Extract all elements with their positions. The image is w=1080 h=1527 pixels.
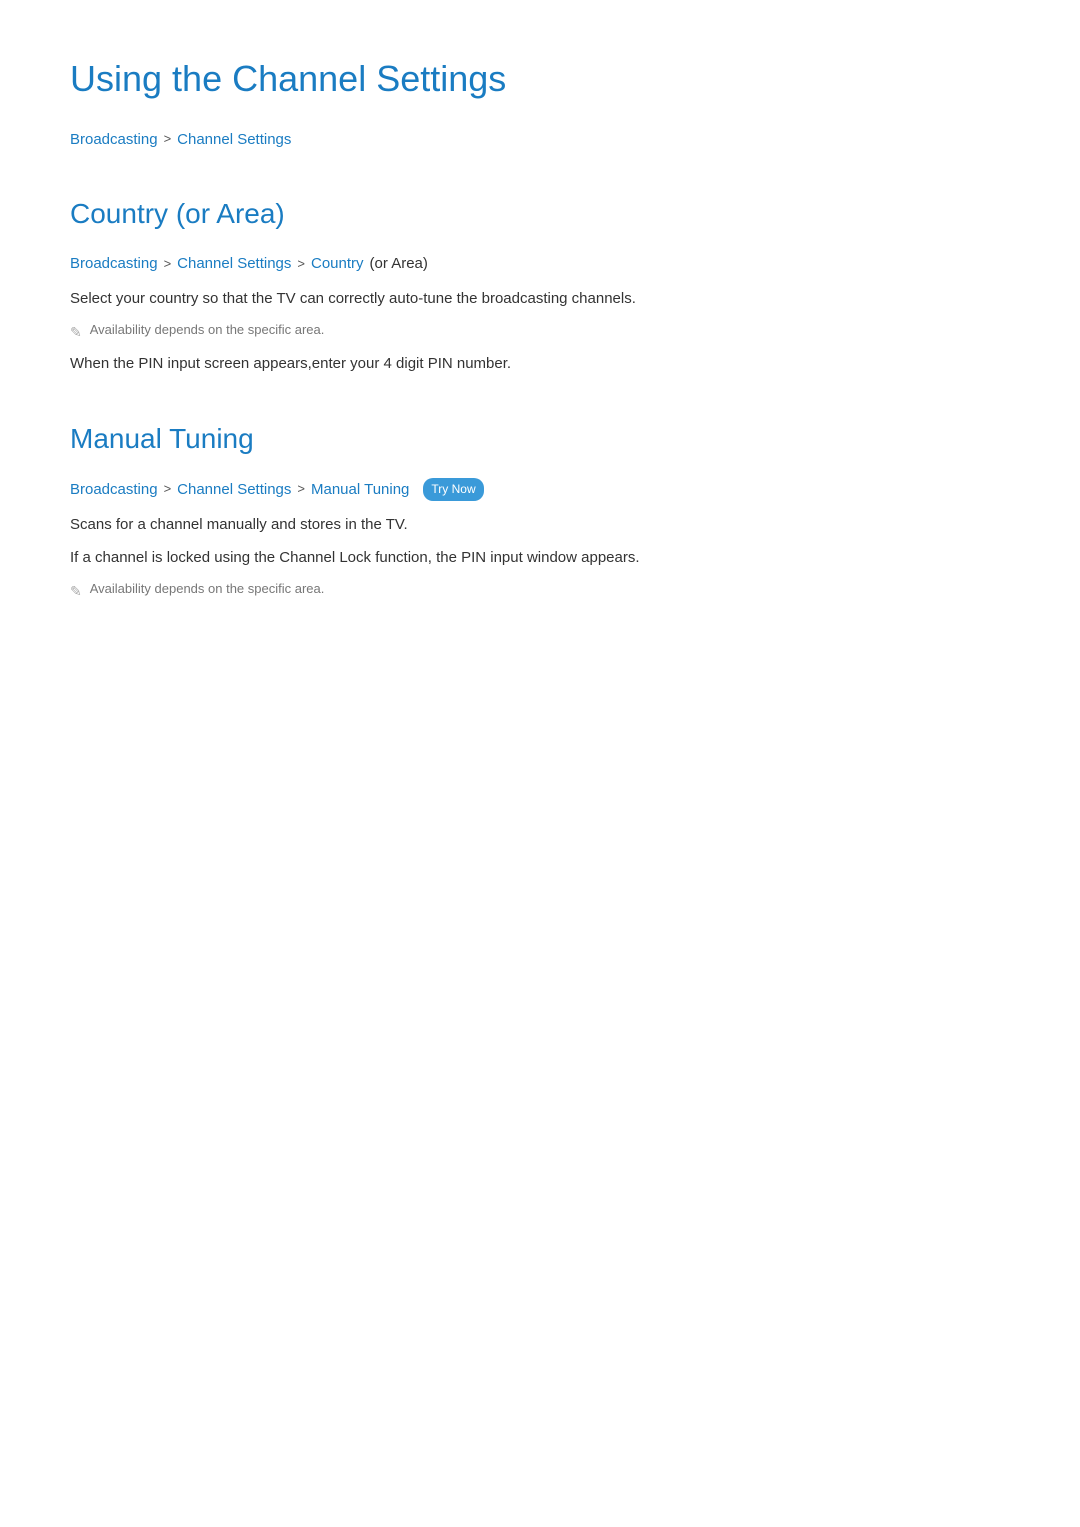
country-description: Select your country so that the TV can c… (70, 286, 1010, 312)
try-now-badge[interactable]: Try Now (423, 478, 483, 501)
note-pencil-icon: ✎ (70, 321, 82, 343)
manual-tuning-breadcrumb-channel-settings[interactable]: Channel Settings (177, 478, 291, 502)
manual-tuning-breadcrumb-sep2: > (297, 479, 305, 500)
section-manual-tuning: Manual Tuning Broadcasting > Channel Set… (70, 417, 1010, 602)
page-title: Using the Channel Settings (70, 50, 1010, 108)
section-breadcrumb-country: Broadcasting > Channel Settings > Countr… (70, 252, 1010, 276)
country-breadcrumb-sep1: > (164, 254, 172, 275)
country-breadcrumb-suffix: (or Area) (370, 252, 428, 276)
top-breadcrumb-sep: > (164, 129, 172, 150)
section-body-manual-tuning: Scans for a channel manually and stores … (70, 512, 1010, 602)
section-body-country: Select your country so that the TV can c… (70, 286, 1010, 376)
manual-tuning-note-text: Availability depends on the specific are… (90, 579, 325, 600)
country-note-text: Availability depends on the specific are… (90, 320, 325, 341)
country-breadcrumb-broadcasting[interactable]: Broadcasting (70, 252, 158, 276)
manual-tuning-note-pencil-icon: ✎ (70, 580, 82, 602)
manual-tuning-breadcrumb-broadcasting[interactable]: Broadcasting (70, 478, 158, 502)
country-note: ✎ Availability depends on the specific a… (70, 320, 1010, 343)
country-breadcrumb-country[interactable]: Country (311, 252, 364, 276)
section-title-manual-tuning: Manual Tuning (70, 417, 1010, 462)
manual-tuning-breadcrumb-manual-tuning[interactable]: Manual Tuning (311, 478, 409, 502)
top-breadcrumb: Broadcasting > Channel Settings (70, 128, 1010, 152)
section-country: Country (or Area) Broadcasting > Channel… (70, 192, 1010, 377)
manual-tuning-note: ✎ Availability depends on the specific a… (70, 579, 1010, 602)
section-breadcrumb-manual-tuning: Broadcasting > Channel Settings > Manual… (70, 478, 1010, 502)
country-breadcrumb-sep2: > (297, 254, 305, 275)
manual-tuning-breadcrumb-sep1: > (164, 479, 172, 500)
country-breadcrumb-channel-settings[interactable]: Channel Settings (177, 252, 291, 276)
top-breadcrumb-broadcasting[interactable]: Broadcasting (70, 128, 158, 152)
manual-tuning-description-2: If a channel is locked using the Channel… (70, 545, 1010, 571)
top-breadcrumb-channel-settings[interactable]: Channel Settings (177, 128, 291, 152)
manual-tuning-description-1: Scans for a channel manually and stores … (70, 512, 1010, 538)
country-extra-description: When the PIN input screen appears,enter … (70, 351, 1010, 377)
section-title-country: Country (or Area) (70, 192, 1010, 237)
